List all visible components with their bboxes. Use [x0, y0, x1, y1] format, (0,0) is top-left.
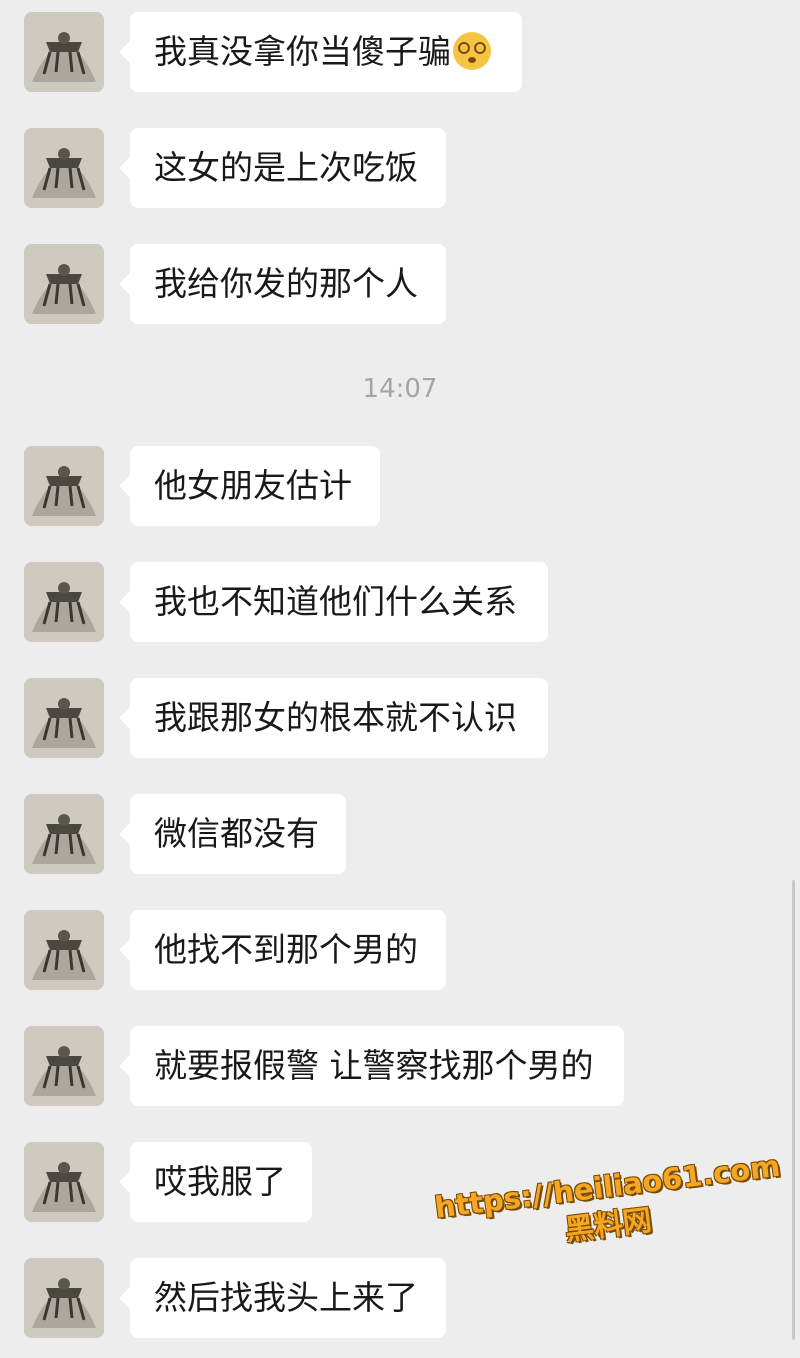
avatar-image [24, 1142, 104, 1222]
avatar[interactable] [24, 562, 104, 642]
message-bubble[interactable]: 我也不知道他们什么关系 [119, 562, 548, 642]
avatar[interactable] [24, 244, 104, 324]
message-bubble[interactable]: 我真没拿你当傻子骗 [119, 12, 522, 92]
avatar-image [24, 794, 104, 874]
avatar-image [24, 910, 104, 990]
scrollbar[interactable] [792, 880, 795, 1340]
avatar-image [24, 1258, 104, 1338]
message-bubble[interactable]: 他找不到那个男的 [119, 910, 446, 990]
avatar-image [24, 12, 104, 92]
message-text: 就要报假警 让警察找那个男的 [154, 1046, 594, 1085]
avatar[interactable] [24, 678, 104, 758]
avatar[interactable] [24, 446, 104, 526]
message-bubble[interactable]: 他女朋友估计 [119, 446, 380, 526]
avatar-image [24, 562, 104, 642]
message-text: 哎我服了 [154, 1162, 286, 1201]
avatar[interactable] [24, 12, 104, 92]
message-text: 我跟那女的根本就不认识 [154, 698, 517, 737]
avatar[interactable] [24, 1142, 104, 1222]
avatar[interactable] [24, 128, 104, 208]
message-text: 他女朋友估计 [154, 466, 352, 505]
avatar[interactable] [24, 794, 104, 874]
avatar-image [24, 678, 104, 758]
message-bubble[interactable]: 就要报假警 让警察找那个男的 [119, 1026, 624, 1106]
message-bubble[interactable]: 这女的是上次吃饭 [119, 128, 446, 208]
message-bubble[interactable]: 然后找我头上来了 [119, 1258, 446, 1338]
message-text: 然后找我头上来了 [154, 1278, 418, 1317]
avatar-image [24, 244, 104, 324]
message-bubble[interactable]: 微信都没有 [119, 794, 346, 874]
avatar-image [24, 446, 104, 526]
message-bubble[interactable]: 我跟那女的根本就不认识 [119, 678, 548, 758]
message-text: 这女的是上次吃饭 [154, 148, 418, 187]
chat-view: 我真没拿你当傻子骗 这女的是上次吃饭 我给你发的那个人 14:07 他女朋友估计… [0, 0, 800, 1354]
avatar[interactable] [24, 1026, 104, 1106]
message-bubble[interactable]: 哎我服了 [119, 1142, 312, 1222]
avatar-image [24, 128, 104, 208]
dizzy-face-emoji-icon [453, 31, 491, 70]
avatar[interactable] [24, 910, 104, 990]
message-text: 我真没拿你当傻子骗 [154, 32, 451, 71]
avatar-image [24, 1026, 104, 1106]
chat-timestamp: 14:07 [362, 374, 438, 404]
message-text: 我也不知道他们什么关系 [154, 582, 517, 621]
message-bubble[interactable]: 我给你发的那个人 [119, 244, 446, 324]
message-text: 我给你发的那个人 [154, 264, 418, 303]
message-text: 微信都没有 [154, 814, 319, 853]
message-text: 他找不到那个男的 [154, 930, 418, 969]
avatar[interactable] [24, 1258, 104, 1338]
